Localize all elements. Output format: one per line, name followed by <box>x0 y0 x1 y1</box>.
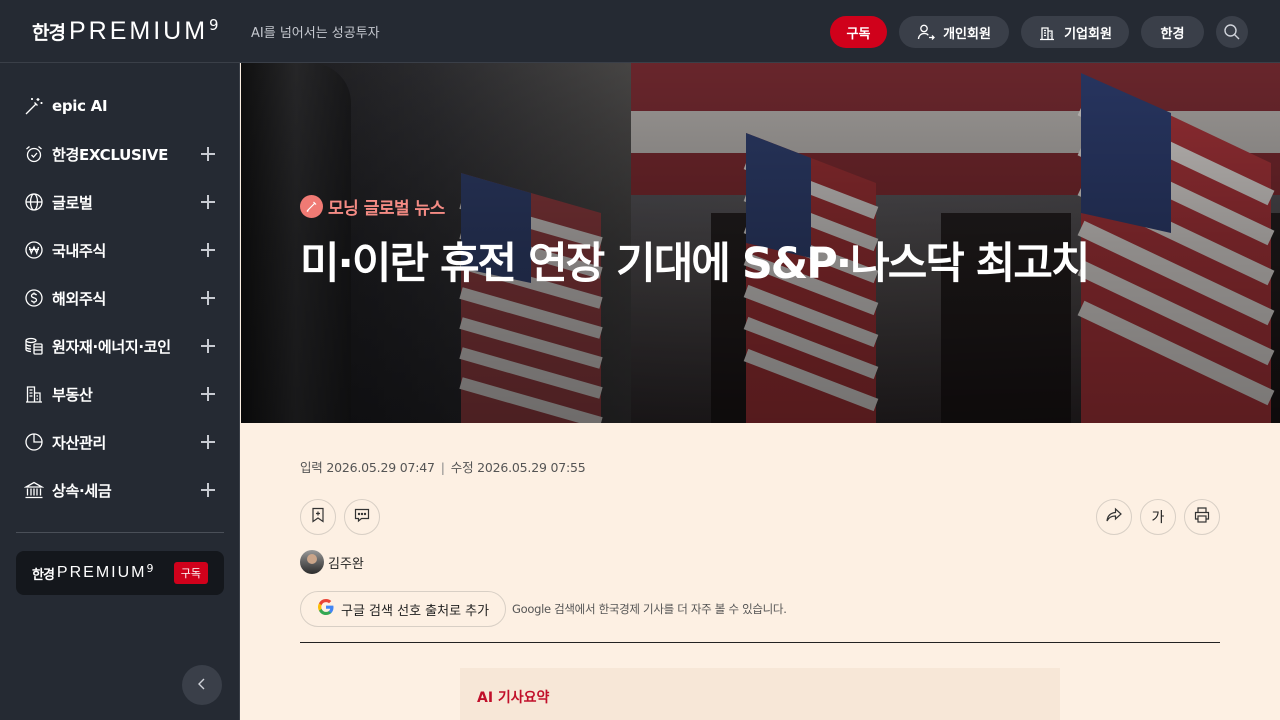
subscribe-button[interactable]: 구독 <box>830 16 887 48</box>
chevron-left-icon <box>195 676 209 695</box>
ai-summary-box: AI 기사요약 <box>460 668 1060 720</box>
comment-icon <box>354 507 370 527</box>
sidebar-divider <box>16 532 224 533</box>
subscribe-label: 구독 <box>846 26 871 42</box>
promo-logo-kr: 한경 <box>32 567 55 583</box>
font-size-button[interactable]: 가 <box>1140 499 1176 535</box>
promo-subscribe-button[interactable]: 구독 <box>173 562 208 584</box>
hankyung-premium-logo[interactable]: 한경 PREMIUM 9 <box>32 16 219 46</box>
promo-logo-en: PREMIUM <box>56 564 147 581</box>
expand-plus-icon[interactable] <box>200 194 216 210</box>
logo-kr-text: 한경 <box>32 22 66 44</box>
won-coin-icon <box>24 240 44 260</box>
sidebar-item-label: 해외주식 <box>52 289 107 308</box>
google-logo-icon <box>317 598 335 620</box>
expand-plus-icon[interactable] <box>200 146 216 162</box>
search-button[interactable] <box>1216 16 1248 48</box>
author-avatar <box>300 550 324 574</box>
sidebar-item-hankyung-exclusive[interactable]: 한경EXCLUSIVE <box>16 134 224 174</box>
content-divider <box>300 642 1220 643</box>
sidebar-item-label: epic AI <box>52 97 108 115</box>
bookmark-add-icon <box>310 507 326 527</box>
sidebar: epic AI 한경EXCLUSIVE 글로벌 국내주식 해외주식 원자재·에너… <box>0 63 240 720</box>
share-arrow-icon <box>1105 506 1123 528</box>
logo-superscript: 9 <box>209 16 219 34</box>
printer-icon <box>1193 506 1211 528</box>
sidebar-item-label: 국내주식 <box>52 241 107 260</box>
sidebar-item-asset-management[interactable]: 자산관리 <box>16 422 224 462</box>
published-date: 입력 2026.05.29 07:47 <box>300 460 435 475</box>
print-button[interactable] <box>1184 499 1220 535</box>
sidebar-item-label: 글로벌 <box>52 193 93 212</box>
author-byline[interactable]: 김주완 <box>300 550 364 574</box>
sidebar-item-inheritance-tax[interactable]: 상속·세금 <box>16 470 224 510</box>
bookmark-button[interactable] <box>300 499 336 535</box>
globe-pen-icon <box>300 195 323 218</box>
modified-date: 수정 2026.05.29 07:55 <box>450 460 586 475</box>
expand-plus-icon[interactable] <box>200 242 216 258</box>
expand-plus-icon[interactable] <box>200 290 216 306</box>
magic-wand-icon <box>24 96 44 116</box>
corporate-member-label: 기업회원 <box>1064 26 1112 42</box>
hankyung-label: 한경 <box>1160 26 1185 42</box>
sidebar-item-label: 상속·세금 <box>52 481 112 500</box>
sidebar-item-label: 한경EXCLUSIVE <box>52 145 169 164</box>
sidebar-item-label: 원자재·에너지·코인 <box>52 337 171 356</box>
person-login-icon <box>917 23 935 41</box>
sidebar-item-real-estate[interactable]: 부동산 <box>16 374 224 414</box>
article-category[interactable]: 모닝 글로벌 뉴스 <box>300 194 445 219</box>
top-header: 한경 PREMIUM 9 AI를 넘어서는 성공투자 구독 개인회원 기업회원 … <box>0 0 1280 63</box>
article-category-label: 모닝 글로벌 뉴스 <box>328 199 445 219</box>
comment-button[interactable] <box>344 499 380 535</box>
pie-chart-icon <box>24 432 44 452</box>
google-note-text: Google 검색에서 한국경제 기사를 더 자주 볼 수 있습니다. <box>512 602 787 616</box>
date-separator: | <box>440 460 445 475</box>
bank-icon <box>24 480 44 500</box>
expand-plus-icon[interactable] <box>200 338 216 354</box>
sidebar-item-global[interactable]: 글로벌 <box>16 182 224 222</box>
sidebar-item-epic-ai[interactable]: epic AI <box>16 86 224 126</box>
expand-plus-icon[interactable] <box>200 482 216 498</box>
sidebar-premium-promo[interactable]: 한경 PREMIUM 9 구독 <box>16 551 224 595</box>
hankyung-home-button[interactable]: 한경 <box>1141 16 1204 48</box>
expand-plus-icon[interactable] <box>200 434 216 450</box>
sidebar-collapse-button[interactable] <box>182 665 222 705</box>
dollar-coin-icon <box>24 288 44 308</box>
author-name: 김주완 <box>328 556 364 572</box>
font-size-label: 가 <box>1151 510 1165 526</box>
sidebar-item-domestic-stocks[interactable]: 국내주식 <box>16 230 224 270</box>
alarm-clock-icon <box>24 144 44 164</box>
header-tagline: AI를 넘어서는 성공투자 <box>251 26 380 41</box>
search-icon <box>1223 23 1241 41</box>
globe-icon <box>24 192 44 212</box>
sidebar-item-label: 자산관리 <box>52 433 107 452</box>
expand-plus-icon[interactable] <box>200 386 216 402</box>
sidebar-item-commodities[interactable]: 원자재·에너지·코인 <box>16 326 224 366</box>
article-title: 미·이란 휴전 연장 기대에 S&P·나스닥 최고치 <box>300 239 1090 289</box>
ai-summary-title: AI 기사요약 <box>477 690 550 706</box>
google-button-label: 구글 검색 선호 출처로 추가 <box>341 603 490 619</box>
article-body: 입력 2026.05.29 07:47 | 수정 2026.05.29 07:55 … <box>241 423 1280 720</box>
share-button[interactable] <box>1096 499 1132 535</box>
article-hero-image: 모닝 글로벌 뉴스 미·이란 휴전 연장 기대에 S&P·나스닥 최고치 <box>241 63 1280 423</box>
personal-member-button[interactable]: 개인회원 <box>899 16 1009 48</box>
coins-stack-icon <box>24 336 44 356</box>
corporate-member-button[interactable]: 기업회원 <box>1021 16 1129 48</box>
logo-en-text: PREMIUM <box>68 17 209 45</box>
building-icon <box>1038 23 1056 41</box>
sidebar-item-label: 부동산 <box>52 385 93 404</box>
personal-member-label: 개인회원 <box>943 26 991 42</box>
sidebar-item-overseas-stocks[interactable]: 해외주식 <box>16 278 224 318</box>
article-dates: 입력 2026.05.29 07:47 | 수정 2026.05.29 07:55 <box>300 457 586 476</box>
google-preferred-source-button[interactable]: 구글 검색 선호 출처로 추가 <box>300 591 507 627</box>
promo-logo-sup: 9 <box>146 561 154 575</box>
building-icon <box>24 384 44 404</box>
